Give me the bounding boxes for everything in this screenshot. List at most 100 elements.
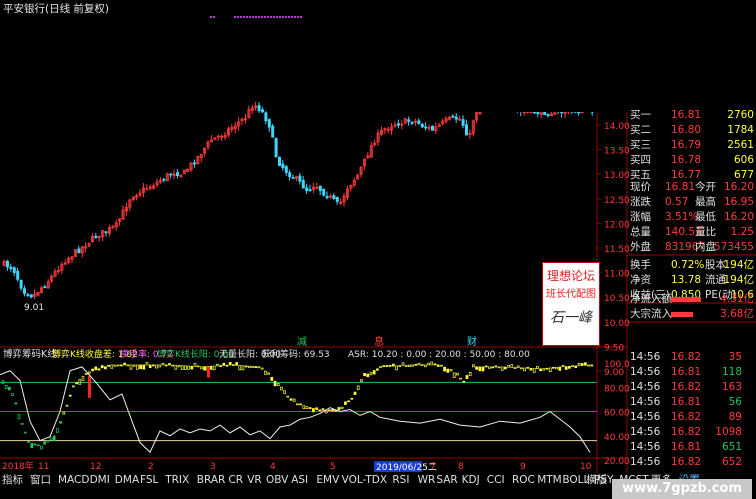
candle-body[interactable] <box>298 175 302 182</box>
bid-volume: 606 <box>733 154 754 166</box>
candle-body[interactable] <box>335 196 339 202</box>
candle-body[interactable] <box>454 116 458 120</box>
candle-body[interactable] <box>420 124 424 128</box>
candle-body[interactable] <box>260 109 264 113</box>
candle-body[interactable] <box>424 126 428 129</box>
candle-body[interactable] <box>192 162 196 165</box>
candle-body[interactable] <box>308 189 312 191</box>
indicator-bar <box>286 395 290 398</box>
toolbar-item[interactable]: 窗口 <box>30 473 51 487</box>
candle-body[interactable] <box>43 286 47 289</box>
toolbar-item[interactable]: RSI <box>392 473 409 487</box>
tick-price: 16.81 <box>671 441 702 453</box>
top-dot <box>237 16 239 18</box>
toolbar-item[interactable]: MACD <box>58 473 89 487</box>
bid-row: 买四 16.78 606 <box>627 153 756 168</box>
indicator-bar <box>91 368 94 372</box>
toolbar-item[interactable]: DMA <box>115 473 139 487</box>
toolbar-item[interactable]: EMV <box>316 473 339 487</box>
toolbar-item[interactable]: CR <box>228 473 243 487</box>
date-highlight: 2019/06/25二 <box>376 463 437 473</box>
candle-body[interactable] <box>464 124 468 136</box>
toolbar-item[interactable]: BRAR <box>197 473 226 487</box>
candle-body[interactable] <box>257 105 261 112</box>
toolbar-item[interactable]: WR <box>418 473 436 487</box>
bid-price: 16.79 <box>671 139 702 151</box>
event-marker-reduce[interactable]: 减 <box>297 336 307 348</box>
top-dot <box>291 16 293 18</box>
event-marker-finance[interactable]: 财 <box>467 335 477 348</box>
toolbar-item[interactable]: VR <box>247 473 261 487</box>
toolbar-item[interactable]: TRIX <box>165 473 189 487</box>
candle-body[interactable] <box>318 185 322 191</box>
top-dot <box>255 16 257 18</box>
indicator-bar <box>481 366 485 372</box>
toolbar-item[interactable]: KDJ <box>462 473 480 487</box>
candlestick-series[interactable] <box>2 96 594 300</box>
candle-body[interactable] <box>430 125 434 131</box>
candle-body[interactable] <box>16 270 20 280</box>
candle-body[interactable] <box>288 172 292 178</box>
top-dot <box>300 16 302 18</box>
candle-body[interactable] <box>19 279 23 289</box>
layout-toggle[interactable]: 横版 <box>586 473 607 487</box>
indicator-bar <box>20 423 24 425</box>
toolbar-item[interactable]: MTM <box>537 473 562 487</box>
candle-body[interactable] <box>264 112 268 122</box>
candle-body[interactable] <box>26 294 30 297</box>
candle-body[interactable] <box>291 177 295 179</box>
indicator-bar <box>241 365 245 371</box>
candle-body[interactable] <box>281 163 285 169</box>
candle-body[interactable] <box>267 119 271 128</box>
toolbar-item[interactable]: ROC <box>512 473 535 487</box>
candle-body[interactable] <box>332 195 336 200</box>
toolbar-item[interactable]: SAR <box>436 473 457 487</box>
indicator-bar <box>369 371 373 376</box>
top-dot <box>282 16 284 18</box>
indicator-series[interactable] <box>0 361 597 454</box>
candle-body[interactable] <box>407 119 411 122</box>
candle-body[interactable] <box>22 288 26 294</box>
candle-body[interactable] <box>546 114 550 117</box>
candle-body[interactable] <box>104 231 108 234</box>
toolbar-item[interactable]: ASI <box>291 473 308 487</box>
indicator-bar <box>484 365 488 368</box>
black-overlay-top <box>428 0 628 112</box>
flow-row: 净流入额 4.31亿 <box>627 292 756 307</box>
candle-body[interactable] <box>9 266 13 270</box>
candle-body[interactable] <box>94 235 98 239</box>
candle-body[interactable] <box>277 156 281 166</box>
event-marker-dividend[interactable]: 息 <box>374 335 384 348</box>
toolbar-item[interactable]: VOL-TDX <box>342 473 387 487</box>
candle-body[interactable] <box>301 180 305 189</box>
candle-body[interactable] <box>284 166 288 173</box>
candle-body[interactable] <box>322 188 326 196</box>
candle-body[interactable] <box>305 187 309 192</box>
candle-body[interactable] <box>410 121 414 124</box>
candle-body[interactable] <box>536 112 540 114</box>
indicator-bar <box>68 394 72 397</box>
toolbar-item[interactable]: DMI <box>90 473 110 487</box>
toolbar-item[interactable]: OBV <box>266 473 288 487</box>
candle-body[interactable] <box>451 115 455 118</box>
candle-body[interactable] <box>77 248 81 254</box>
candle-body[interactable] <box>461 119 465 126</box>
candle-body[interactable] <box>417 120 421 124</box>
candle-body[interactable] <box>169 173 173 176</box>
stat-label: 现价 <box>630 181 651 193</box>
candle-body[interactable] <box>396 123 400 126</box>
candle-body[interactable] <box>12 267 16 273</box>
candle-body[interactable] <box>271 125 275 138</box>
candle-body[interactable] <box>175 172 179 177</box>
candle-body[interactable] <box>29 294 33 298</box>
candle-body[interactable] <box>162 178 166 181</box>
toolbar-item[interactable]: CCI <box>487 473 505 487</box>
toolbar-item[interactable]: FSL <box>140 473 158 487</box>
indicator-bar <box>459 377 462 380</box>
candle-body[interactable] <box>274 138 278 158</box>
candle-body[interactable] <box>325 195 329 199</box>
toolbar-item[interactable]: 指标 <box>2 473 23 487</box>
indicator-bar <box>590 364 594 367</box>
tick-volume: 1098 <box>715 426 742 438</box>
candle-body[interactable] <box>6 260 10 268</box>
